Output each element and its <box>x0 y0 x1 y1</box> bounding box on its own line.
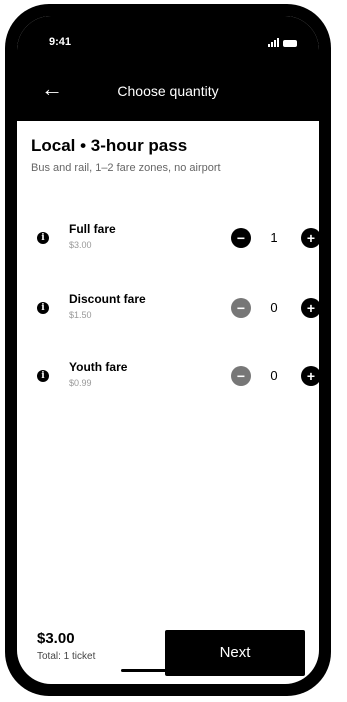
status-time: 9:41 <box>49 36 72 48</box>
decrement-button[interactable]: − <box>231 298 251 318</box>
pass-subtitle: Bus and rail, 1–2 fare zones, no airport <box>31 162 221 174</box>
fare-price: $3.00 <box>69 240 92 250</box>
increment-button[interactable]: + <box>301 366 319 386</box>
total-label: Total: 1 ticket <box>37 651 96 662</box>
total-amount: $3.00 <box>37 630 75 647</box>
fare-name: Full fare <box>69 222 116 236</box>
phone-frame: 9:41 ← Choose quantity Local • 3-hour pa… <box>5 4 331 696</box>
fare-name: Youth fare <box>69 360 128 374</box>
content: Local • 3-hour pass Bus and rail, 1–2 fa… <box>31 136 319 388</box>
signal-icon <box>268 38 279 47</box>
increment-button[interactable]: + <box>301 228 319 248</box>
quantity-value: 1 <box>270 230 278 245</box>
pass-title: Local • 3-hour pass <box>31 136 188 155</box>
home-indicator <box>121 669 213 672</box>
fare-row-full: i Full fare $3.00 − 1 + <box>31 222 319 258</box>
fare-price: $1.50 <box>69 310 92 320</box>
notch <box>87 16 249 46</box>
info-icon[interactable]: i <box>37 232 49 244</box>
info-icon[interactable]: i <box>37 302 49 314</box>
info-icon[interactable]: i <box>37 370 49 382</box>
fare-row-youth: i Youth fare $0.99 − 0 + <box>31 360 319 396</box>
header-bar: 9:41 ← Choose quantity <box>17 16 319 121</box>
quantity-value: 0 <box>270 300 278 315</box>
screen: 9:41 ← Choose quantity Local • 3-hour pa… <box>17 16 319 684</box>
decrement-button[interactable]: − <box>231 228 251 248</box>
order-total: $3.00 Total: 1 ticket <box>37 630 95 662</box>
quantity-value: 0 <box>270 368 278 383</box>
status-icons <box>268 38 297 47</box>
fare-price: $0.99 <box>69 378 92 388</box>
battery-icon <box>283 40 297 47</box>
decrement-button[interactable]: − <box>231 366 251 386</box>
fare-row-discount: i Discount fare $1.50 − 0 + <box>31 292 319 328</box>
increment-button[interactable]: + <box>301 298 319 318</box>
page-title: Choose quantity <box>117 83 219 99</box>
fare-name: Discount fare <box>69 292 146 306</box>
